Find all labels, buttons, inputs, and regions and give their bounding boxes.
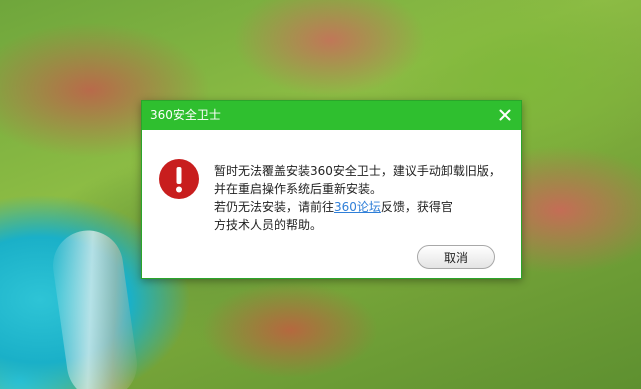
error-icon (158, 158, 200, 200)
cancel-button[interactable]: 取消 (417, 245, 495, 269)
error-dialog: 360安全卫士 暂时无法覆盖安装360安全卫士，建议手动卸载旧版， 并在重启操作… (141, 100, 522, 279)
dialog-titlebar[interactable]: 360安全卫士 (142, 101, 521, 130)
forum-link[interactable]: 360论坛 (334, 200, 381, 214)
dialog-message: 暂时无法覆盖安装360安全卫士，建议手动卸载旧版， 并在重启操作系统后重新安装。… (214, 162, 514, 234)
wallpaper-surf (48, 225, 142, 389)
message-text: 若仍无法安装，请前往 (214, 200, 335, 214)
message-line: 方技术人员的帮助。 (214, 218, 323, 232)
message-line: 并在重启操作系统后重新安装。 (214, 182, 383, 196)
message-line: 若仍无法安装，请前往360论坛反馈，获得官 (214, 198, 514, 216)
desktop-background: 360安全卫士 暂时无法覆盖安装360安全卫士，建议手动卸载旧版， 并在重启操作… (0, 0, 641, 389)
dialog-title: 360安全卫士 (150, 108, 221, 122)
close-icon (499, 109, 511, 121)
message-text: 反馈，获得官 (380, 200, 453, 214)
message-line: 暂时无法覆盖安装360安全卫士，建议手动卸载旧版， (214, 164, 501, 178)
close-button[interactable] (495, 105, 515, 125)
